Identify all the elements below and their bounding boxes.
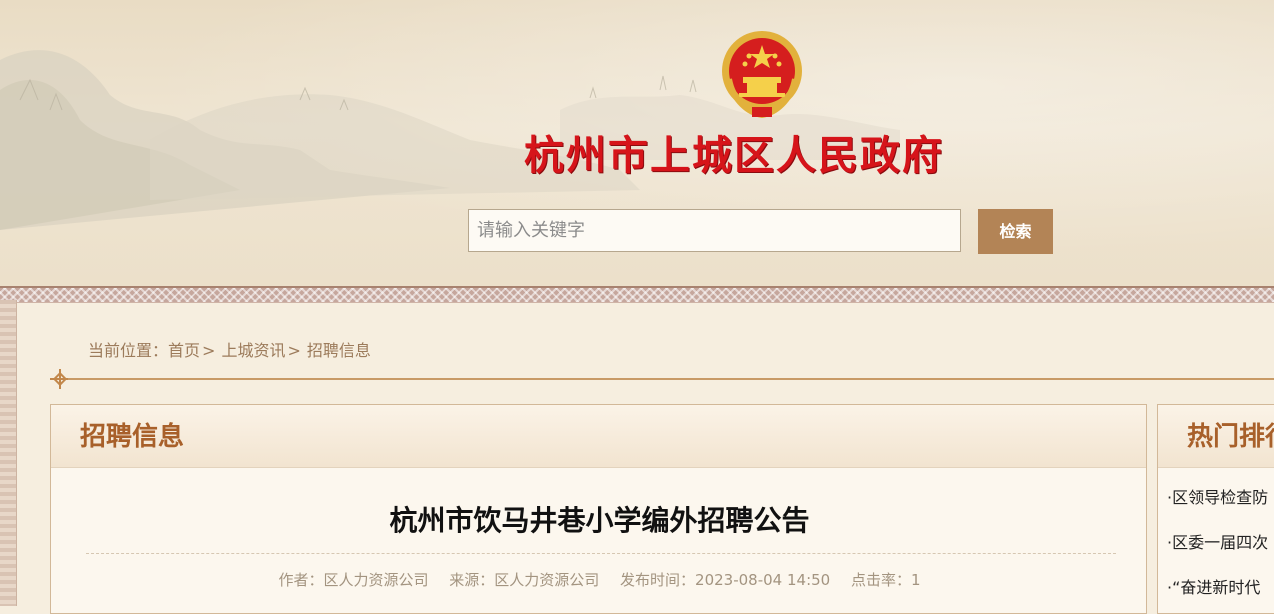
article-panel-header [51,405,1146,468]
hot-ranking-item[interactable]: ·区委一届四次 [1167,530,1268,556]
hot-ranking-item[interactable]: ·区领导检查防 [1167,485,1268,511]
article-divider [86,553,1116,554]
breadcrumb-prefix: 当前位置： [88,341,169,360]
site-header: 杭州市上城区人民政府 请输入关键字 检索 [0,0,1274,286]
article-source: 来源：区人力资源公司 [449,571,600,589]
article-title: 杭州市饮马井巷小学编外招聘公告 [389,504,810,537]
hot-ranking-item[interactable]: ·“奋进新时代 [1167,575,1260,601]
section-divider [68,378,1274,380]
article-publish-time: 发布时间：2023-08-04 14:50 [620,571,831,589]
search-button[interactable]: 检索 [978,209,1053,254]
breadcrumb: 当前位置：首页 > 上城资讯 > 招聘信息 [88,338,371,364]
hot-ranking-title: 热门排行 [1187,422,1274,452]
breadcrumb-home-link[interactable]: 首页 [168,338,200,364]
decorative-lace-border [0,286,1274,303]
article-click-count: 点击率：1 [851,571,921,589]
decorative-side-strip [0,300,17,606]
breadcrumb-news-link[interactable]: 上城资讯 [221,338,285,364]
article-author: 作者：区人力资源公司 [278,571,429,589]
breadcrumb-recruitment-link[interactable]: 招聘信息 [307,338,371,364]
breadcrumb-separator: > [202,341,216,360]
article-meta: 作者：区人力资源公司 来源：区人力资源公司 发布时间：2023-08-04 14… [51,565,1148,595]
article-panel: 招聘信息 杭州市饮马井巷小学编外招聘公告 作者：区人力资源公司 来源：区人力资源… [50,404,1147,614]
breadcrumb-separator: > [287,341,301,360]
hot-ranking-panel: 热门排行 ·区领导检查防 ·区委一届四次 ·“奋进新时代 [1157,404,1274,614]
national-emblem-icon [722,31,802,119]
site-title: 杭州市上城区人民政府 [524,132,944,179]
section-title: 招聘信息 [80,422,185,452]
search-input[interactable]: 请输入关键字 [468,209,961,252]
